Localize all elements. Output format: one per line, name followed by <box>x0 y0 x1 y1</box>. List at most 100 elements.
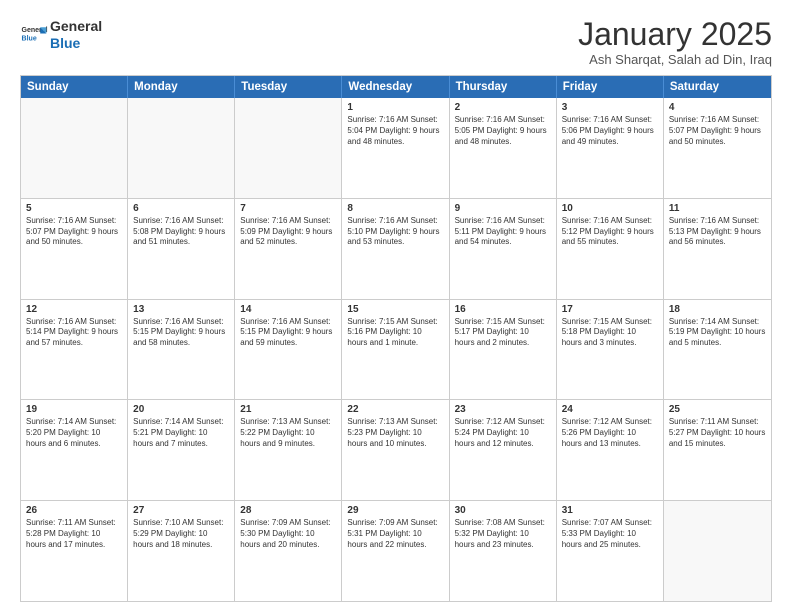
cell-text: Sunrise: 7:16 AM Sunset: 5:15 PM Dayligh… <box>133 317 229 349</box>
calendar-body: 1 Sunrise: 7:16 AM Sunset: 5:04 PM Daylig… <box>21 98 771 601</box>
cal-cell-4: 4Sunrise: 7:16 AM Sunset: 5:07 PM Daylig… <box>664 98 771 198</box>
cal-cell-10: 10Sunrise: 7:16 AM Sunset: 5:12 PM Dayli… <box>557 199 664 299</box>
cal-cell-22: 22Sunrise: 7:13 AM Sunset: 5:23 PM Dayli… <box>342 400 449 500</box>
cell-text: Sunrise: 7:16 AM Sunset: 5:06 PM Dayligh… <box>562 115 658 147</box>
logo-line2: Blue <box>50 35 102 52</box>
cell-text: Sunrise: 7:07 AM Sunset: 5:33 PM Dayligh… <box>562 518 658 550</box>
cal-cell-19: 19 Sunrise: 7:14 AM Sunset: 5:20 PM Dayli… <box>21 400 128 500</box>
cal-cell-28: 28 Sunrise: 7:09 AM Sunset: 5:30 PM Dayli… <box>235 501 342 601</box>
cell-text: Sunrise: 7:16 AM Sunset: 5:09 PM Dayligh… <box>240 216 336 248</box>
cell-text: Sunrise: 7:16 AM Sunset: 5:15 PM Dayligh… <box>240 317 336 349</box>
day-number: 16 <box>455 304 551 315</box>
svg-text:Blue: Blue <box>22 35 37 42</box>
day-number: 1 <box>347 102 443 113</box>
cell-text: Sunrise: 7:16 AM Sunset: 5:08 PM Dayligh… <box>133 216 229 248</box>
cal-cell-7: 7 Sunrise: 7:16 AM Sunset: 5:09 PM Daylig… <box>235 199 342 299</box>
day-number: 29 <box>347 505 443 516</box>
cell-text: Sunrise: 7:16 AM Sunset: 5:14 PM Dayligh… <box>26 317 122 349</box>
day-number: 11 <box>669 203 766 214</box>
location-subtitle: Ash Sharqat, Salah ad Din, Iraq <box>578 52 772 67</box>
day-number: 26 <box>26 505 122 516</box>
cal-cell-25: 25Sunrise: 7:11 AM Sunset: 5:27 PM Dayli… <box>664 400 771 500</box>
day-number: 22 <box>347 404 443 415</box>
day-number: 8 <box>347 203 443 214</box>
header-day-thursday: Thursday <box>450 76 557 98</box>
cal-cell-23: 23 Sunrise: 7:12 AM Sunset: 5:24 PM Dayli… <box>450 400 557 500</box>
cal-cell-13: 13 Sunrise: 7:16 AM Sunset: 5:15 PM Dayli… <box>128 300 235 400</box>
day-number: 23 <box>455 404 551 415</box>
cal-cell-1: 1 Sunrise: 7:16 AM Sunset: 5:04 PM Daylig… <box>342 98 449 198</box>
cal-cell-16: 16Sunrise: 7:15 AM Sunset: 5:17 PM Dayli… <box>450 300 557 400</box>
day-number: 19 <box>26 404 122 415</box>
cell-text: Sunrise: 7:16 AM Sunset: 5:13 PM Dayligh… <box>669 216 766 248</box>
cal-cell-empty-0-2 <box>235 98 342 198</box>
cell-text: Sunrise: 7:15 AM Sunset: 5:18 PM Dayligh… <box>562 317 658 349</box>
day-number: 21 <box>240 404 336 415</box>
cell-text: Sunrise: 7:16 AM Sunset: 5:04 PM Dayligh… <box>347 115 443 147</box>
cal-cell-11: 11 Sunrise: 7:16 AM Sunset: 5:13 PM Dayli… <box>664 199 771 299</box>
cal-cell-6: 6 Sunrise: 7:16 AM Sunset: 5:08 PM Daylig… <box>128 199 235 299</box>
day-number: 10 <box>562 203 658 214</box>
cell-text: Sunrise: 7:10 AM Sunset: 5:29 PM Dayligh… <box>133 518 229 550</box>
cell-text: Sunrise: 7:09 AM Sunset: 5:30 PM Dayligh… <box>240 518 336 550</box>
cell-text: Sunrise: 7:12 AM Sunset: 5:24 PM Dayligh… <box>455 417 551 449</box>
cell-text: Sunrise: 7:14 AM Sunset: 5:19 PM Dayligh… <box>669 317 766 349</box>
calendar: SundayMondayTuesdayWednesdayThursdayFrid… <box>20 75 772 602</box>
cal-cell-empty-0-1 <box>128 98 235 198</box>
cell-text: Sunrise: 7:14 AM Sunset: 5:21 PM Dayligh… <box>133 417 229 449</box>
cal-cell-12: 12 Sunrise: 7:16 AM Sunset: 5:14 PM Dayli… <box>21 300 128 400</box>
cal-cell-30: 30Sunrise: 7:08 AM Sunset: 5:32 PM Dayli… <box>450 501 557 601</box>
cal-cell-18: 18 Sunrise: 7:14 AM Sunset: 5:19 PM Dayli… <box>664 300 771 400</box>
header-day-friday: Friday <box>557 76 664 98</box>
cal-cell-5: 5 Sunrise: 7:16 AM Sunset: 5:07 PM Daylig… <box>21 199 128 299</box>
cell-text: Sunrise: 7:08 AM Sunset: 5:32 PM Dayligh… <box>455 518 551 550</box>
calendar-row-4: 26 Sunrise: 7:11 AM Sunset: 5:28 PM Dayli… <box>21 500 771 601</box>
cal-cell-empty-4-6 <box>664 501 771 601</box>
cal-cell-15: 15Sunrise: 7:15 AM Sunset: 5:16 PM Dayli… <box>342 300 449 400</box>
header-day-monday: Monday <box>128 76 235 98</box>
cal-cell-2: 2Sunrise: 7:16 AM Sunset: 5:05 PM Daylig… <box>450 98 557 198</box>
day-number: 12 <box>26 304 122 315</box>
day-number: 6 <box>133 203 229 214</box>
cal-cell-14: 14 Sunrise: 7:16 AM Sunset: 5:15 PM Dayli… <box>235 300 342 400</box>
header: General Blue General Blue January 2025 A… <box>20 18 772 67</box>
header-day-tuesday: Tuesday <box>235 76 342 98</box>
cal-cell-9: 9Sunrise: 7:16 AM Sunset: 5:11 PM Daylig… <box>450 199 557 299</box>
month-title: January 2025 <box>578 18 772 50</box>
day-number: 24 <box>562 404 658 415</box>
cell-text: Sunrise: 7:11 AM Sunset: 5:28 PM Dayligh… <box>26 518 122 550</box>
day-number: 27 <box>133 505 229 516</box>
cal-cell-27: 27 Sunrise: 7:10 AM Sunset: 5:29 PM Dayli… <box>128 501 235 601</box>
logo: General Blue General Blue <box>20 18 102 52</box>
day-number: 20 <box>133 404 229 415</box>
cell-text: Sunrise: 7:13 AM Sunset: 5:22 PM Dayligh… <box>240 417 336 449</box>
day-number: 25 <box>669 404 766 415</box>
cal-cell-8: 8 Sunrise: 7:16 AM Sunset: 5:10 PM Daylig… <box>342 199 449 299</box>
day-number: 3 <box>562 102 658 113</box>
cell-text: Sunrise: 7:15 AM Sunset: 5:16 PM Dayligh… <box>347 317 443 349</box>
header-day-saturday: Saturday <box>664 76 771 98</box>
calendar-row-1: 5 Sunrise: 7:16 AM Sunset: 5:07 PM Daylig… <box>21 198 771 299</box>
day-number: 17 <box>562 304 658 315</box>
day-number: 14 <box>240 304 336 315</box>
day-number: 2 <box>455 102 551 113</box>
day-number: 18 <box>669 304 766 315</box>
cal-cell-empty-0-0 <box>21 98 128 198</box>
logo-text: General Blue <box>50 18 102 52</box>
day-number: 31 <box>562 505 658 516</box>
day-number: 9 <box>455 203 551 214</box>
cell-text: Sunrise: 7:14 AM Sunset: 5:20 PM Dayligh… <box>26 417 122 449</box>
header-day-sunday: Sunday <box>21 76 128 98</box>
day-number: 28 <box>240 505 336 516</box>
cell-text: Sunrise: 7:16 AM Sunset: 5:10 PM Dayligh… <box>347 216 443 248</box>
page: General Blue General Blue January 2025 A… <box>0 0 792 612</box>
day-number: 5 <box>26 203 122 214</box>
header-day-wednesday: Wednesday <box>342 76 449 98</box>
cal-cell-31: 31 Sunrise: 7:07 AM Sunset: 5:33 PM Dayli… <box>557 501 664 601</box>
day-number: 13 <box>133 304 229 315</box>
cell-text: Sunrise: 7:09 AM Sunset: 5:31 PM Dayligh… <box>347 518 443 550</box>
cell-text: Sunrise: 7:16 AM Sunset: 5:07 PM Dayligh… <box>26 216 122 248</box>
cal-cell-29: 29 Sunrise: 7:09 AM Sunset: 5:31 PM Dayli… <box>342 501 449 601</box>
cell-text: Sunrise: 7:12 AM Sunset: 5:26 PM Dayligh… <box>562 417 658 449</box>
day-number: 7 <box>240 203 336 214</box>
